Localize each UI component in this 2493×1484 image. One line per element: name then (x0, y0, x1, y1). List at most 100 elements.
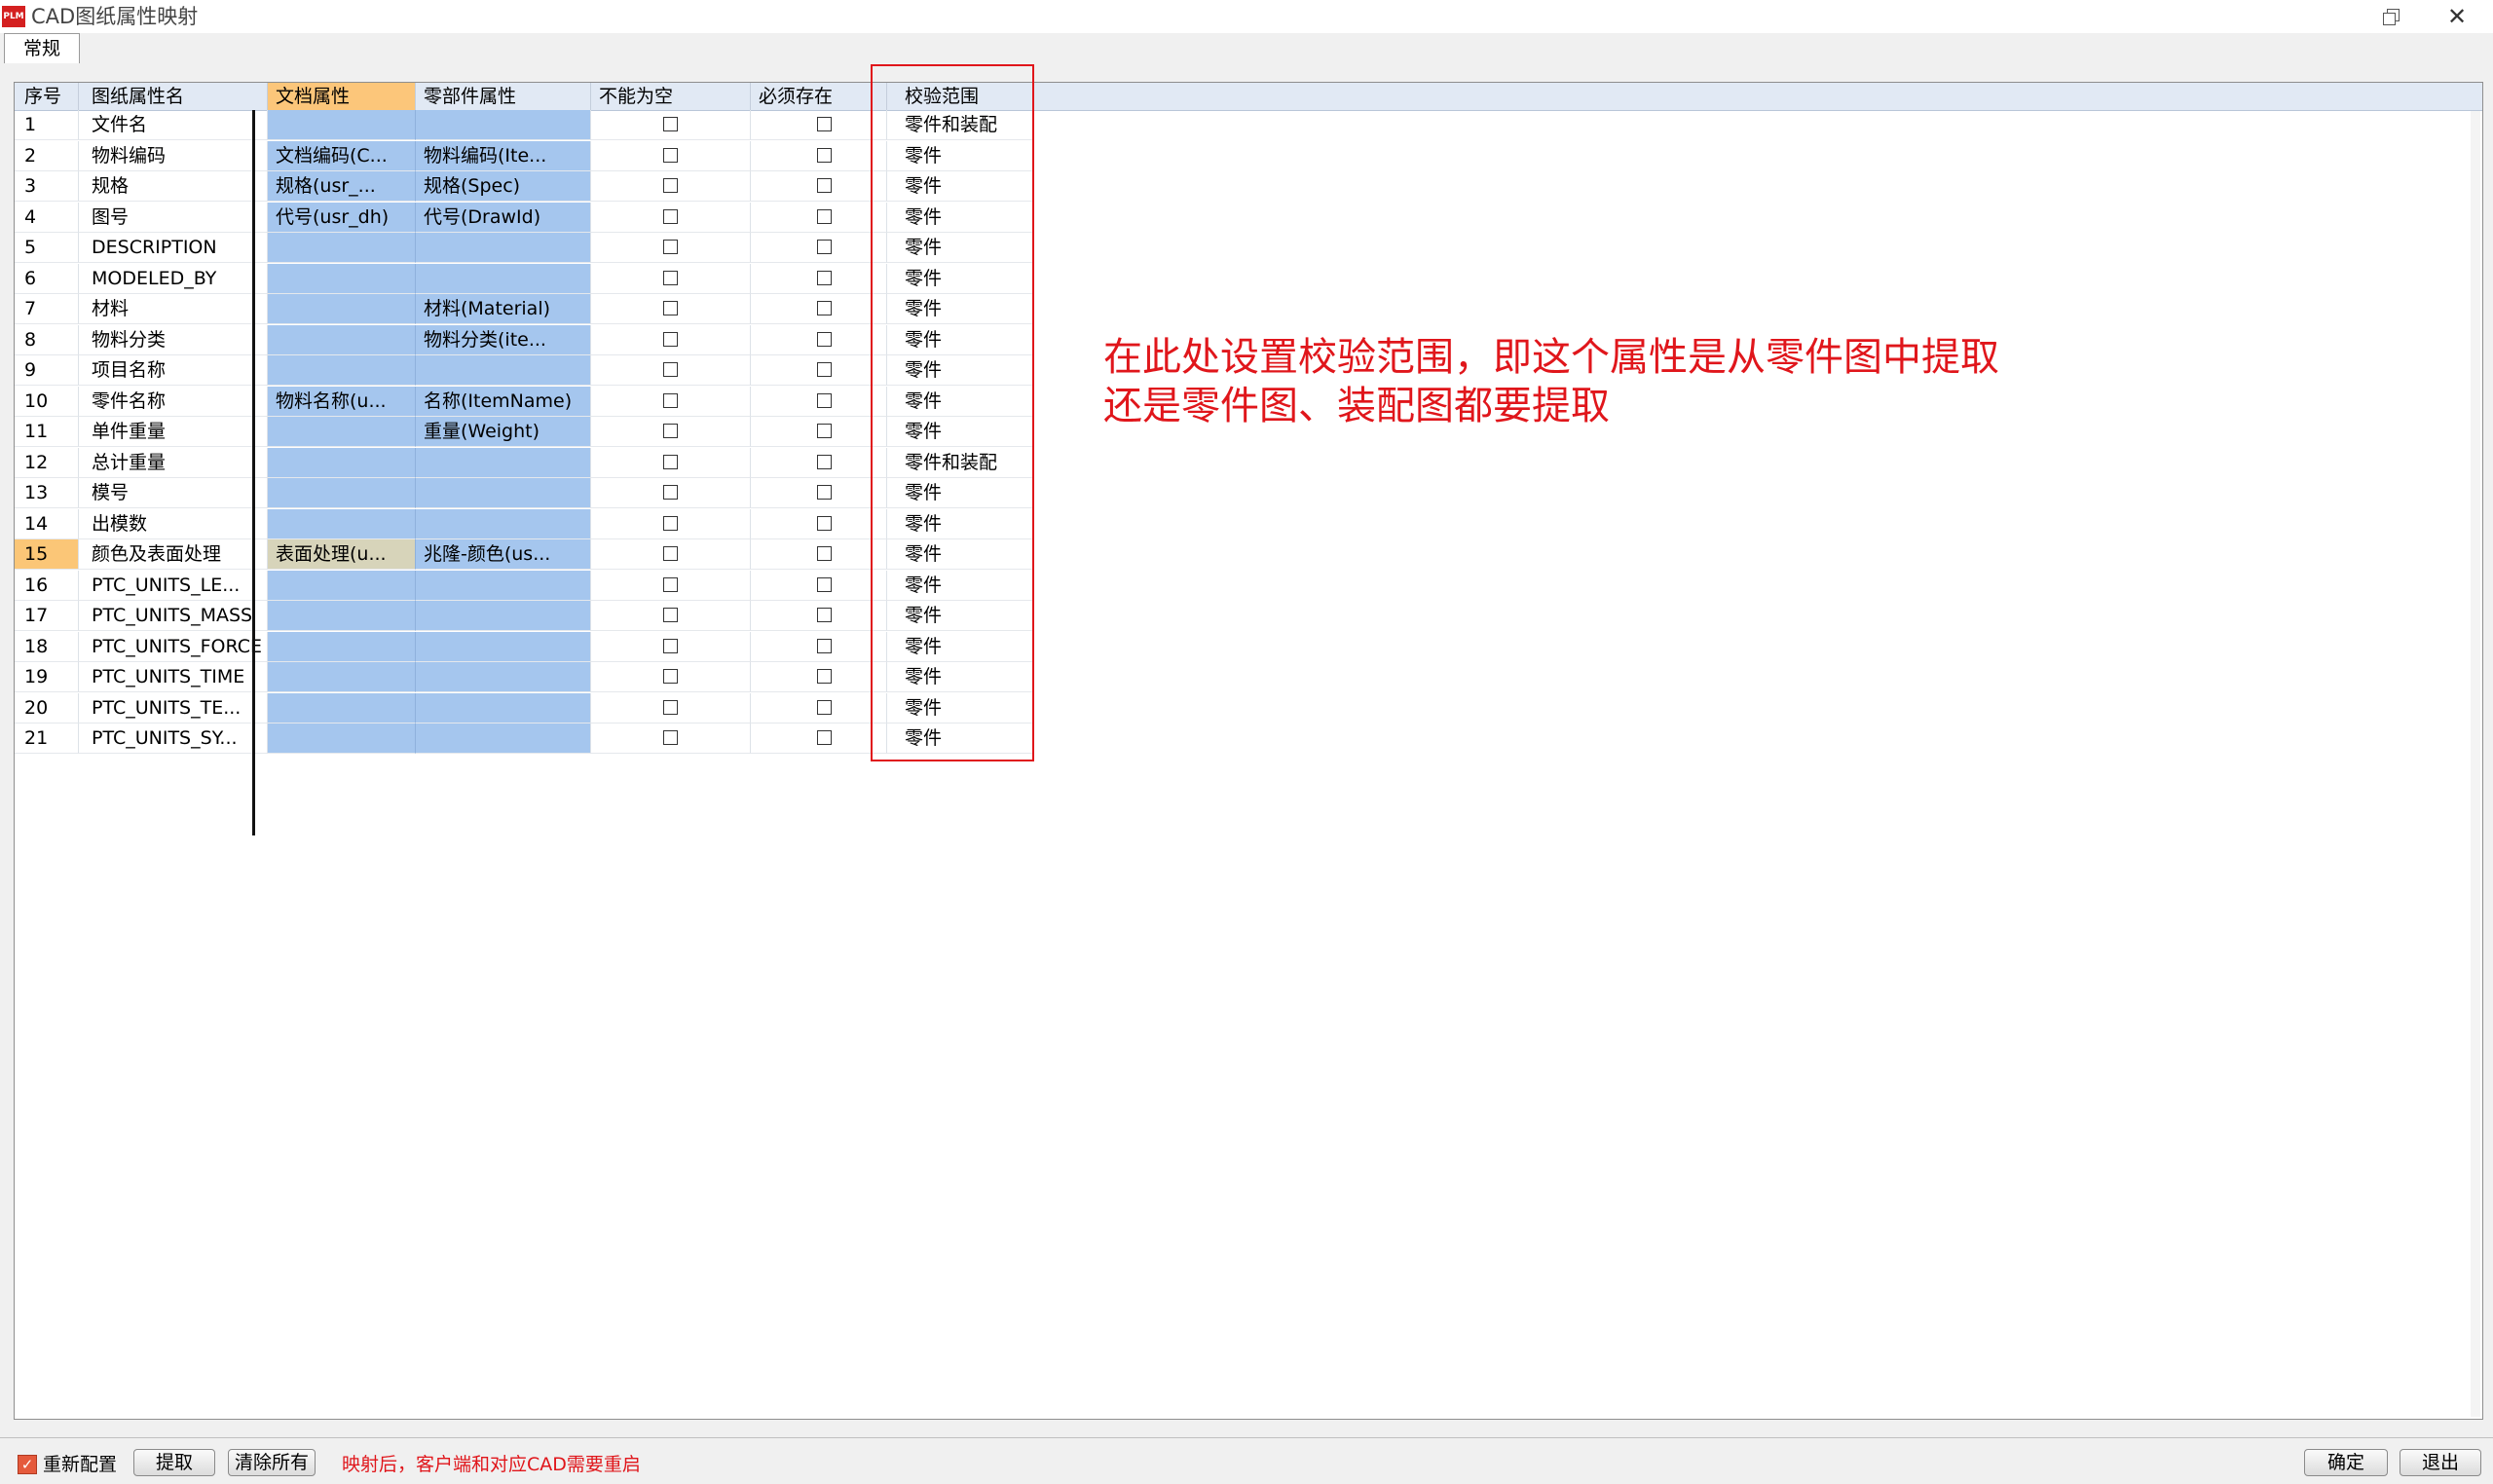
doc-attr-cell[interactable] (268, 508, 416, 539)
doc-attr-cell[interactable] (268, 324, 416, 355)
not-empty-checkbox[interactable] (663, 608, 678, 622)
not-empty-checkbox[interactable] (663, 362, 678, 377)
not-empty-checkbox[interactable] (663, 699, 678, 715)
doc-attr-cell[interactable]: 代号(usr_dh) (268, 202, 416, 233)
must-exist-checkbox[interactable] (817, 208, 832, 224)
must-exist-checkbox[interactable] (817, 608, 832, 622)
not-empty-checkbox[interactable] (663, 301, 678, 315)
must-exist-checkbox[interactable] (817, 331, 832, 347)
doc-attr-cell[interactable] (268, 233, 416, 263)
not-empty-checkbox[interactable] (663, 270, 678, 285)
not-empty-checkbox[interactable] (663, 515, 678, 531)
doc-attr-cell[interactable] (268, 263, 416, 294)
col-header-index[interactable]: 序号 (15, 83, 79, 110)
exit-button[interactable]: 退出 (2400, 1449, 2481, 1476)
not-empty-checkbox[interactable] (663, 240, 678, 254)
doc-attr-cell[interactable] (268, 417, 416, 447)
must-exist-checkbox[interactable] (817, 392, 832, 408)
must-exist-checkbox[interactable] (817, 117, 832, 131)
must-exist-checkbox[interactable] (817, 362, 832, 377)
must-exist-checkbox[interactable] (817, 546, 832, 561)
doc-attr-cell[interactable] (268, 692, 416, 723)
doc-attr-cell[interactable] (268, 631, 416, 662)
part-attr-cell[interactable]: 物料编码(Ite... (416, 140, 591, 171)
not-empty-checkbox[interactable] (663, 485, 678, 500)
must-exist-checkbox[interactable] (817, 515, 832, 531)
not-empty-checkbox[interactable] (663, 454, 678, 469)
part-attr-cell[interactable] (416, 508, 591, 539)
part-attr-cell[interactable] (416, 355, 591, 386)
clear-all-button[interactable]: 清除所有 (228, 1449, 316, 1476)
vertical-scrollbar[interactable] (2471, 111, 2480, 1417)
part-attr-cell[interactable]: 材料(Material) (416, 294, 591, 324)
part-attr-cell[interactable] (416, 723, 591, 754)
part-attr-cell[interactable] (416, 110, 591, 140)
part-attr-cell[interactable] (416, 233, 591, 263)
part-attr-cell[interactable] (416, 478, 591, 508)
must-exist-checkbox[interactable] (817, 699, 832, 715)
part-attr-cell[interactable] (416, 447, 591, 478)
ok-button[interactable]: 确定 (2304, 1449, 2388, 1476)
part-attr-cell[interactable] (416, 662, 591, 692)
not-empty-checkbox[interactable] (663, 117, 678, 131)
part-attr-cell[interactable] (416, 570, 591, 601)
col-header-must-exist[interactable]: 必须存在 (751, 83, 887, 110)
doc-attr-cell[interactable] (268, 570, 416, 601)
must-exist-checkbox[interactable] (817, 270, 832, 285)
part-attr-cell[interactable] (416, 692, 591, 723)
col-header-part-attr[interactable]: 零部件属性 (416, 83, 591, 110)
restore-button[interactable] (2376, 4, 2405, 29)
col-header-doc-attr[interactable]: 文档属性 (268, 83, 416, 110)
part-attr-cell[interactable]: 物料分类(ite... (416, 324, 591, 355)
not-empty-checkbox[interactable] (663, 730, 678, 745)
tab-general[interactable]: 常规 (4, 33, 80, 63)
not-empty-checkbox[interactable] (663, 546, 678, 561)
doc-attr-cell[interactable] (268, 662, 416, 692)
doc-attr-cell[interactable] (268, 723, 416, 754)
must-exist-checkbox[interactable] (817, 638, 832, 653)
must-exist-checkbox[interactable] (817, 240, 832, 254)
must-exist-checkbox[interactable] (817, 730, 832, 745)
col-header-drawing-attr[interactable]: 图纸属性名 (79, 83, 268, 110)
close-button[interactable]: ✕ (2440, 2, 2474, 31)
reconfigure-checkbox[interactable]: ✓ (18, 1455, 37, 1474)
part-attr-cell[interactable]: 名称(ItemName) (416, 386, 591, 417)
doc-attr-cell[interactable] (268, 447, 416, 478)
part-attr-cell[interactable]: 重量(Weight) (416, 417, 591, 447)
part-attr-cell[interactable]: 兆隆-颜色(us... (416, 539, 591, 570)
part-attr-cell[interactable] (416, 263, 591, 294)
must-exist-checkbox[interactable] (817, 424, 832, 438)
doc-attr-cell[interactable] (268, 294, 416, 324)
must-exist-checkbox[interactable] (817, 485, 832, 500)
doc-attr-cell[interactable] (268, 478, 416, 508)
col-header-not-empty[interactable]: 不能为空 (591, 83, 751, 110)
not-empty-checkbox[interactable] (663, 669, 678, 684)
doc-attr-cell[interactable] (268, 355, 416, 386)
must-exist-checkbox[interactable] (817, 454, 832, 469)
must-exist-checkbox[interactable] (817, 576, 832, 592)
not-empty-checkbox[interactable] (663, 331, 678, 347)
part-attr-cell[interactable]: 代号(DrawId) (416, 202, 591, 233)
doc-attr-cell[interactable]: 文档编码(C... (268, 140, 416, 171)
not-empty-checkbox[interactable] (663, 178, 678, 193)
doc-attr-cell[interactable] (268, 601, 416, 631)
part-attr-cell[interactable]: 规格(Spec) (416, 171, 591, 202)
not-empty-checkbox[interactable] (663, 392, 678, 408)
not-empty-checkbox[interactable] (663, 576, 678, 592)
not-empty-checkbox[interactable] (663, 147, 678, 163)
part-attr-cell[interactable] (416, 601, 591, 631)
must-exist-checkbox[interactable] (817, 147, 832, 163)
doc-attr-cell[interactable]: 表面处理(u... (268, 539, 416, 570)
not-empty-checkbox[interactable] (663, 208, 678, 224)
not-empty-checkbox[interactable] (663, 424, 678, 438)
must-exist-checkbox[interactable] (817, 178, 832, 193)
part-attr-cell[interactable] (416, 631, 591, 662)
not-empty-checkbox[interactable] (663, 638, 678, 653)
doc-attr-cell[interactable]: 物料名称(u... (268, 386, 416, 417)
doc-attr-cell[interactable] (268, 110, 416, 140)
doc-attr-cell[interactable]: 规格(usr_... (268, 171, 416, 202)
extract-button[interactable]: 提取 (133, 1449, 215, 1476)
must-exist-cell (751, 263, 887, 294)
must-exist-checkbox[interactable] (817, 669, 832, 684)
must-exist-checkbox[interactable] (817, 301, 832, 315)
